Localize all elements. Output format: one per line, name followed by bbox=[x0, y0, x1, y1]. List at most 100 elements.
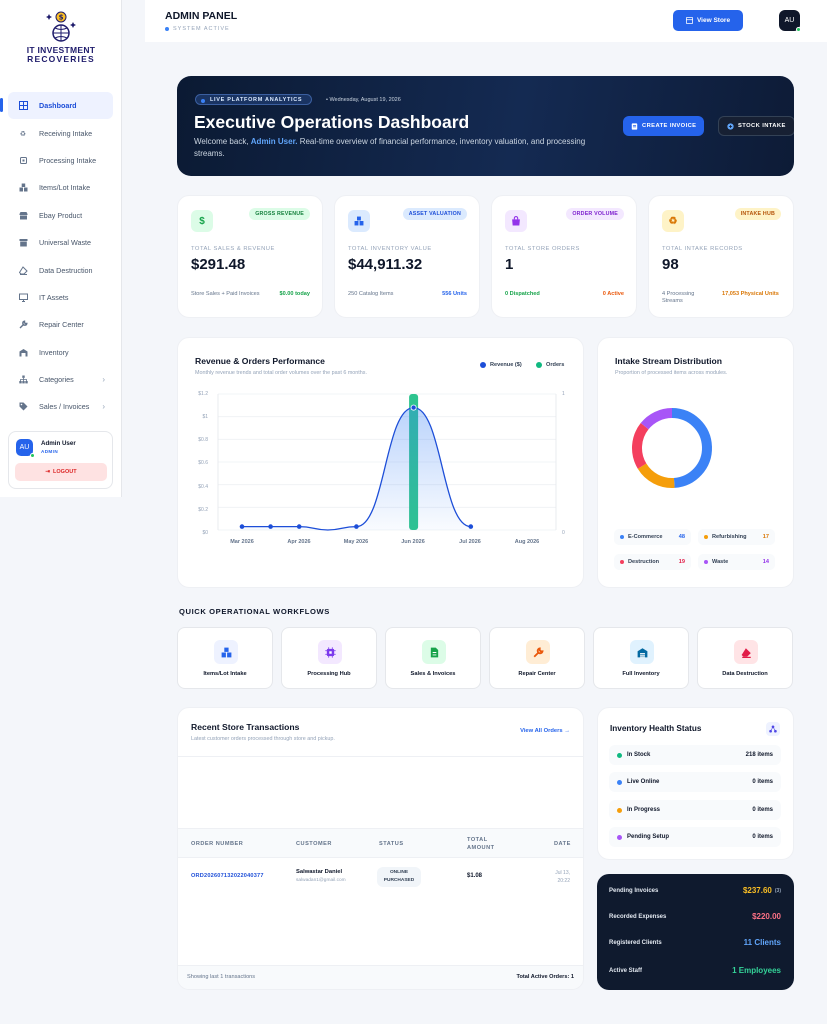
legend-label: Refurbishing bbox=[712, 534, 747, 540]
hero-date: • Wednesday, August 19, 2026 bbox=[326, 97, 401, 103]
status-dot bbox=[617, 752, 622, 758]
finance-value: $237.60 bbox=[742, 886, 772, 895]
y-tick-label: $0.4 bbox=[198, 484, 208, 490]
stock-intake-label: STOCK INTAKE bbox=[738, 123, 786, 129]
stat-label: TOTAL SALES & REVENUE bbox=[191, 246, 275, 252]
distribution-title: Intake Stream Distribution bbox=[615, 356, 722, 366]
finance-row-registered-clients[interactable]: Registered Clients 11 Clients bbox=[609, 938, 781, 947]
sidebar-item-items-lot-intake[interactable]: Items/Lot Intake bbox=[8, 174, 113, 201]
bag-icon bbox=[505, 210, 527, 232]
customer-email: salwadan1@gmail.com bbox=[296, 878, 346, 883]
sidebar-item-data-destruction[interactable]: Data Destruction bbox=[8, 256, 113, 283]
create-invoice-button[interactable]: CREATE INVOICE bbox=[623, 116, 705, 136]
finance-row-recorded-expenses[interactable]: Recorded Expenses $220.00 bbox=[609, 912, 781, 921]
system-status: SYSTEM ACTIVE bbox=[165, 26, 230, 32]
workflow-full-inventory[interactable]: Full Inventory bbox=[593, 627, 689, 689]
stat-card-revenue: $ GROSS REVENUE TOTAL SALES & REVENUE $2… bbox=[177, 195, 323, 318]
sidebar-item-it-assets[interactable]: IT Assets bbox=[8, 284, 113, 311]
legend-swatch bbox=[704, 560, 708, 564]
distribution-legend-waste: Waste 14 bbox=[698, 554, 775, 570]
hero-subtitle: Welcome back, Admin User. Real-time over… bbox=[194, 136, 614, 160]
boxes-icon bbox=[214, 640, 238, 664]
sidebar-item-receiving-intake[interactable]: ♻ Receiving Intake bbox=[8, 119, 113, 146]
sidebar: $ IT INVESTMENT RECOVERIES Dashboard ♻ R… bbox=[0, 0, 122, 497]
svg-text:$: $ bbox=[59, 14, 64, 22]
stock-intake-button[interactable]: STOCK INTAKE bbox=[718, 116, 794, 136]
sidebar-item-sales-invoices[interactable]: Sales / Invoices › bbox=[8, 393, 113, 420]
column-header-order: ORDER NUMBER bbox=[191, 841, 244, 847]
status-state: PURCHASED bbox=[383, 878, 415, 883]
legend-count: 19 bbox=[678, 559, 685, 565]
workflow-repair-center[interactable]: Repair Center bbox=[489, 627, 585, 689]
stat-label: TOTAL INTAKE RECORDS bbox=[662, 246, 743, 252]
stat-badge: ASSET VALUATION bbox=[402, 208, 467, 220]
sidebar-item-processing-intake[interactable]: Processing Intake bbox=[8, 147, 113, 174]
bin-icon bbox=[18, 238, 28, 248]
stat-badge: ORDER VOLUME bbox=[566, 208, 624, 220]
order-number-link[interactable]: ORD20260713202204037​7 bbox=[191, 873, 264, 879]
sidebar-item-universal-waste[interactable]: Universal Waste bbox=[8, 229, 113, 256]
eraser-icon bbox=[18, 265, 28, 275]
boxes-icon bbox=[18, 183, 28, 193]
workflow-sales-invoices[interactable]: Sales & Invoices bbox=[385, 627, 481, 689]
live-analytics-pill: LIVE PLATFORM ANALYTICS bbox=[195, 94, 313, 105]
finance-row-pending-invoices[interactable]: Pending Invoices $237.60 (3) bbox=[609, 886, 781, 895]
legend-swatch bbox=[480, 362, 486, 368]
sidebar-item-dashboard[interactable]: Dashboard bbox=[0, 92, 113, 120]
finance-label: Registered Clients bbox=[609, 939, 662, 946]
workflow-label: Processing Hub bbox=[307, 671, 351, 677]
workflows-title: QUICK OPERATIONAL WORKFLOWS bbox=[179, 607, 330, 616]
y-tick-label: $0.6 bbox=[198, 460, 208, 466]
finance-row-active-staff[interactable]: Active Staff 1 Employees bbox=[609, 966, 781, 975]
legend-swatch bbox=[704, 535, 708, 539]
stat-badge: INTAKE HUB bbox=[734, 208, 781, 220]
finance-summary-card: Pending Invoices $237.60 (3) Recorded Expe… bbox=[597, 874, 794, 990]
sidebar-item-repair-center[interactable]: Repair Center bbox=[8, 311, 113, 338]
column-header-amount: TOTAL AMOUNT bbox=[467, 837, 495, 851]
x-tick-label: Aug 2026 bbox=[514, 539, 540, 545]
health-label: Live Online bbox=[627, 779, 660, 785]
logout-button[interactable]: ⇥ LOGOUT bbox=[15, 463, 107, 481]
topbar: ADMIN PANEL SYSTEM ACTIVE View Store AU bbox=[145, 0, 827, 42]
customer-name: Salwastar Daniel bbox=[296, 869, 343, 875]
stat-label: TOTAL INVENTORY VALUE bbox=[348, 246, 432, 252]
logout-label: LOGOUT bbox=[53, 469, 77, 475]
stat-value: 98 bbox=[662, 256, 679, 273]
order-amount: $1.08 bbox=[467, 873, 483, 879]
health-row-in-progress: In Progress 0 items bbox=[609, 800, 781, 820]
brand-logo[interactable]: $ IT INVESTMENT RECOVERIES bbox=[0, 8, 122, 64]
sidebar-item-label: Receiving Intake bbox=[39, 128, 93, 138]
sidebar-item-ebay-product[interactable]: Ebay Product bbox=[8, 202, 113, 229]
legend-swatch bbox=[620, 535, 624, 539]
view-all-orders-link[interactable]: View All Orders → bbox=[520, 728, 570, 734]
stat-label: TOTAL STORE ORDERS bbox=[505, 246, 580, 252]
sidebar-item-inventory[interactable]: Inventory bbox=[8, 339, 113, 366]
status-dot bbox=[617, 779, 622, 785]
page-title: ADMIN PANEL bbox=[165, 10, 238, 22]
online-indicator bbox=[30, 453, 35, 458]
transactions-card: Recent Store Transactions Latest custome… bbox=[177, 707, 584, 990]
table-row[interactable]: ORD20260713202204037​7 Salwastar Daniel … bbox=[178, 858, 583, 896]
distribution-card: Intake Stream Distribution Proportion of… bbox=[597, 337, 794, 588]
health-label: In Stock bbox=[627, 752, 651, 758]
view-store-label: View Store bbox=[696, 17, 731, 24]
view-store-button[interactable]: View Store bbox=[673, 10, 743, 31]
chevron-right-icon: › bbox=[102, 375, 105, 385]
health-count: 0 items bbox=[752, 807, 773, 813]
workflow-processing-hub[interactable]: Processing Hub bbox=[281, 627, 377, 689]
sidebar-item-categories[interactable]: Categories › bbox=[8, 366, 113, 393]
status-channel: ONLINE bbox=[389, 870, 409, 875]
workflow-data-destruction[interactable]: Data Destruction bbox=[697, 627, 793, 689]
health-count: 0 items bbox=[752, 834, 773, 840]
chart-title: Revenue & Orders Performance bbox=[195, 356, 325, 366]
plus-circle-icon bbox=[727, 122, 734, 130]
user-name: Admin User bbox=[41, 440, 76, 447]
stat-footnote-highlight: 17,053 Physical Units bbox=[722, 291, 779, 297]
sidebar-item-label: Categories bbox=[39, 375, 74, 385]
workflow-items-lot-intake[interactable]: Items/Lot Intake bbox=[177, 627, 273, 689]
sidebar-nav: Dashboard ♻ Receiving Intake Processing … bbox=[0, 92, 113, 421]
hero-banner: LIVE PLATFORM ANALYTICS • Wednesday, Aug… bbox=[177, 76, 794, 176]
stat-footnote: 4 Processing Streams bbox=[662, 291, 695, 304]
sidebar-item-label: Sales / Invoices bbox=[39, 402, 90, 412]
finance-label: Active Staff bbox=[609, 967, 643, 974]
